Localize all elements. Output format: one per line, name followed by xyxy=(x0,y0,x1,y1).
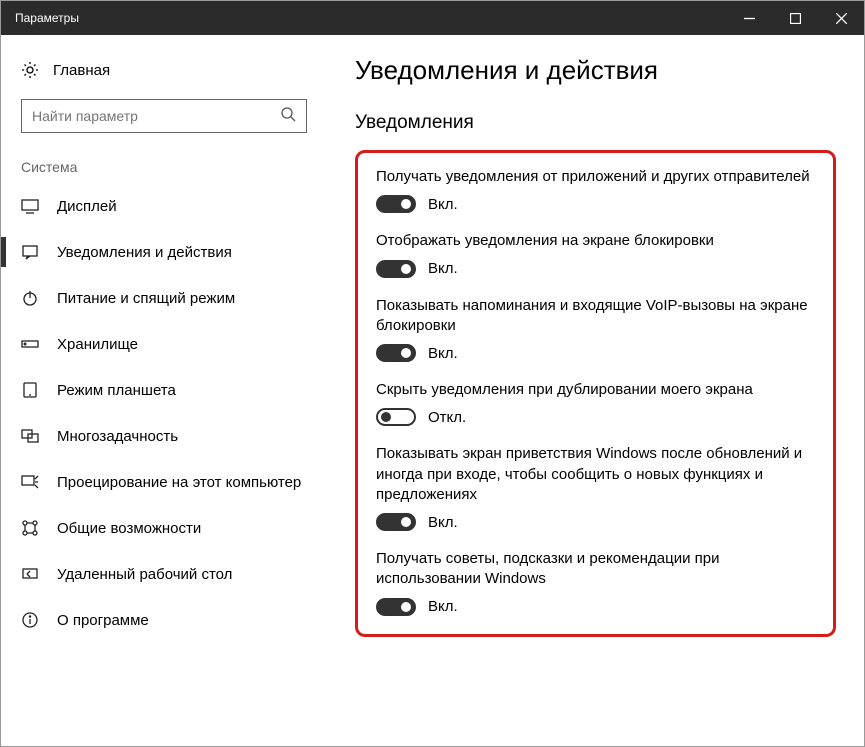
nav-item-notifications[interactable]: Уведомления и действия xyxy=(1,229,327,275)
nav-item-multitask[interactable]: Многозадачность xyxy=(1,413,327,459)
nav-label: Дисплей xyxy=(57,198,117,215)
toggle-switch[interactable] xyxy=(376,195,416,213)
toggle-state-label: Откл. xyxy=(428,409,466,426)
nav-label: Питание и спящий режим xyxy=(57,290,235,307)
nav-item-storage[interactable]: Хранилище xyxy=(1,321,327,367)
toggle-row: Вкл. xyxy=(376,260,815,278)
home-label: Главная xyxy=(53,62,110,79)
info-icon xyxy=(21,611,39,629)
setting-item: Получать уведомления от приложений и дру… xyxy=(376,167,815,213)
setting-item: Показывать напоминания и входящие VoIP-в… xyxy=(376,296,815,363)
sidebar: Главная Система Дисплей Уведомления и де… xyxy=(1,35,327,746)
toggle-switch[interactable] xyxy=(376,408,416,426)
nav-item-shared[interactable]: Общие возможности xyxy=(1,505,327,551)
nav-item-remote[interactable]: Удаленный рабочий стол xyxy=(1,551,327,597)
storage-icon xyxy=(21,335,39,353)
power-icon xyxy=(21,289,39,307)
search-icon xyxy=(281,107,296,125)
toggle-row: Вкл. xyxy=(376,195,815,213)
tablet-icon xyxy=(21,381,39,399)
minimize-button[interactable] xyxy=(726,1,772,35)
setting-description: Скрыть уведомления при дублировании моег… xyxy=(376,380,815,400)
toggle-state-label: Вкл. xyxy=(428,345,458,362)
nav-item-tablet[interactable]: Режим планшета xyxy=(1,367,327,413)
toggle-row: Вкл. xyxy=(376,344,815,362)
setting-item: Получать советы, подсказки и рекомендаци… xyxy=(376,549,815,616)
notifications-icon xyxy=(21,243,39,261)
gear-icon xyxy=(21,61,39,79)
toggle-switch[interactable] xyxy=(376,598,416,616)
toggle-row: Вкл. xyxy=(376,598,815,616)
project-icon xyxy=(21,473,39,491)
settings-group: Получать уведомления от приложений и дру… xyxy=(355,150,836,637)
nav-label: Уведомления и действия xyxy=(57,244,232,261)
setting-description: Показывать экран приветствия Windows пос… xyxy=(376,444,815,505)
close-button[interactable] xyxy=(818,1,864,35)
toggle-state-label: Вкл. xyxy=(428,598,458,615)
nav-item-about[interactable]: О программе xyxy=(1,597,327,643)
setting-description: Показывать напоминания и входящие VoIP-в… xyxy=(376,296,815,337)
setting-item: Скрыть уведомления при дублировании моег… xyxy=(376,380,815,426)
remote-icon xyxy=(21,565,39,583)
titlebar: Параметры xyxy=(1,1,864,35)
shared-icon xyxy=(21,519,39,537)
settings-window: Параметры Главная Система xyxy=(0,0,865,747)
page-title: Уведомления и действия xyxy=(355,55,836,86)
sidebar-section-label: Система xyxy=(1,133,327,183)
search-input[interactable] xyxy=(32,108,281,124)
home-link[interactable]: Главная xyxy=(1,53,327,87)
search-box[interactable] xyxy=(21,99,307,133)
toggle-state-label: Вкл. xyxy=(428,514,458,531)
nav-label: Многозадачность xyxy=(57,428,178,445)
multitask-icon xyxy=(21,427,39,445)
nav-label: Режим планшета xyxy=(57,382,176,399)
nav-item-power[interactable]: Питание и спящий режим xyxy=(1,275,327,321)
window-title: Параметры xyxy=(15,11,726,25)
main-content: Уведомления и действия Уведомления Получ… xyxy=(327,35,864,746)
nav-label: Удаленный рабочий стол xyxy=(57,566,232,583)
toggle-switch[interactable] xyxy=(376,513,416,531)
nav-label: О программе xyxy=(57,612,149,629)
setting-description: Получать советы, подсказки и рекомендаци… xyxy=(376,549,815,590)
nav-label: Проецирование на этот компьютер xyxy=(57,474,301,491)
toggle-row: Откл. xyxy=(376,408,815,426)
toggle-state-label: Вкл. xyxy=(428,196,458,213)
maximize-button[interactable] xyxy=(772,1,818,35)
nav-label: Общие возможности xyxy=(57,520,201,537)
toggle-switch[interactable] xyxy=(376,260,416,278)
setting-description: Отображать уведомления на экране блокиро… xyxy=(376,231,815,251)
nav-list: Дисплей Уведомления и действия Питание и… xyxy=(1,183,327,643)
nav-label: Хранилище xyxy=(57,336,138,353)
monitor-icon xyxy=(21,197,39,215)
nav-item-projecting[interactable]: Проецирование на этот компьютер xyxy=(1,459,327,505)
window-body: Главная Система Дисплей Уведомления и де… xyxy=(1,35,864,746)
setting-item: Показывать экран приветствия Windows пос… xyxy=(376,444,815,531)
toggle-state-label: Вкл. xyxy=(428,260,458,277)
toggle-switch[interactable] xyxy=(376,344,416,362)
section-title: Уведомления xyxy=(355,112,836,134)
nav-item-display[interactable]: Дисплей xyxy=(1,183,327,229)
toggle-row: Вкл. xyxy=(376,513,815,531)
setting-item: Отображать уведомления на экране блокиро… xyxy=(376,231,815,277)
setting-description: Получать уведомления от приложений и дру… xyxy=(376,167,815,187)
